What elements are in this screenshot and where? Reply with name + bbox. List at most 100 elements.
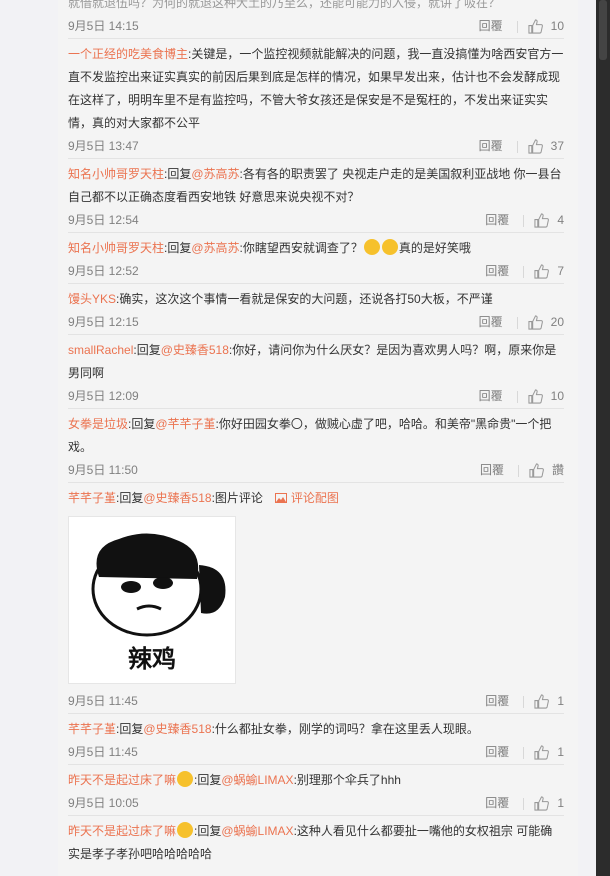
comment-body: 知名小帅哥罗天柱:回复@苏高苏:你瞎望西安就调查了？ 真的是好笑哦 [68,237,564,260]
comment-image-link-label: 评论配图 [290,491,339,505]
reply-button[interactable]: 回覆 [485,690,509,713]
meme-caption: 辣鸡 [128,645,176,673]
comment-time: 9月5日 12:54 [68,213,139,227]
comment-body: 昨天不是起过床了嘛:回复@蜗蝓LIMAX:别理那个伞兵了hhh [68,769,564,792]
reply-button[interactable]: 回覆 [485,741,509,764]
comment-actions: 回覆 37 [479,135,564,158]
like-button[interactable]: 讚 [529,459,564,482]
like-count: 讚 [551,463,564,477]
comment-body: 馒头YKS:确实，这次这个事情一看就是保安的大问题，还说各打50大板，不严谨 [68,288,564,311]
like-button[interactable]: 7 [534,260,564,283]
comment-text: :图片评论 [211,491,263,505]
like-count: 10 [550,19,564,33]
comment-meta: 9月5日 13:47 回覆 37 [68,135,564,158]
reply-button[interactable]: 回覆 [480,459,504,482]
meme-image: 辣鸡 [91,533,226,673]
comment-author[interactable]: 知名小帅哥罗天柱 [68,167,164,181]
comment-actions: 回覆 1 [485,792,564,815]
reply-prefix: :回复 [128,417,156,431]
comment-item: 馒头YKS:确实，这次这个事情一看就是保安的大问题，还说各打50大板，不严谨 9… [68,284,564,335]
comment-time: 9月5日 12:09 [68,389,139,403]
mention-link[interactable]: @蜗蝓LIMAX [221,773,293,787]
reply-button[interactable]: 回覆 [479,135,503,158]
comment-author[interactable]: 昨天不是起过床了嘛 [68,773,176,787]
mention-link[interactable]: @苏高苏 [191,167,239,181]
comment-time: 9月5日 11:45 [68,694,138,708]
reply-prefix: :回复 [116,491,144,505]
mention-link[interactable]: @史臻香518 [161,343,229,357]
reply-button[interactable]: 回覆 [485,260,509,283]
comment-time: 9月5日 12:15 [68,315,139,329]
comment-time: 9月5日 11:50 [68,463,138,477]
like-button[interactable]: 20 [528,311,564,334]
thumbs-up-icon [534,694,550,709]
thumbs-up-icon [528,315,543,330]
comment-body: smallRachel:回复@史臻香518:你好，请问你为什么厌女？是因为喜欢男… [68,339,564,385]
comment-meta: 9月5日 12:15 回覆 20 [68,311,564,334]
mention-link[interactable]: @蜗蝓LIMAX [221,824,293,838]
mention-link[interactable]: @史臻香518 [143,722,211,736]
comment-body: 知名小帅哥罗天柱:回复@苏高苏:各有各的职责罢了 央视走户走的是美国叙利亚战地 … [68,163,564,209]
divider [516,316,518,329]
comment-body: 女拳是垃圾:回复@芊芊子堇:你好田园女拳〇，做贼心虚了吧，哈哈。和美帝"黑命贵"… [68,413,564,459]
reply-button[interactable]: 回覆 [485,792,509,815]
comment-author[interactable]: 芊芊子堇 [68,491,116,505]
like-button[interactable]: 37 [528,135,564,158]
thumbs-up-icon [534,796,550,811]
comment-text: :确实，这次这个事情一看就是保安的大问题，还说各打50大板，不严谨 [116,292,493,306]
comment-text: 就借就退伍吗？为何的就退这种大土的乃至么，还能可能力的入侵，就讲了吸在？ [68,0,501,10]
reply-button[interactable]: 回覆 [479,15,503,38]
scrollbar-thumb[interactable] [599,0,607,60]
comment-feed: 就借就退伍吗？为何的就退这种大土的乃至么，还能可能力的入侵，就讲了吸在？ 9月5… [58,0,578,876]
reply-button[interactable]: 回覆 [479,311,503,334]
divider [517,464,519,477]
comment-actions: 回覆 1 [485,741,564,764]
emoji-icon [381,239,398,255]
divider [523,695,525,708]
like-button[interactable]: 4 [534,209,564,232]
reply-button[interactable]: 回覆 [485,209,509,232]
comment-image[interactable]: 辣鸡 [68,516,236,684]
comment-author[interactable]: 一个正经的吃美食博主 [68,47,188,61]
comment-item: 知名小帅哥罗天柱:回复@苏高苏:各有各的职责罢了 央视走户走的是美国叙利亚战地 … [68,159,564,233]
comment-meta: 9月5日 12:54 回覆 4 [68,209,564,232]
mention-link[interactable]: @史臻香518 [143,491,211,505]
comment-author[interactable]: 昨天不是起过床了嘛 [68,824,176,838]
comment-meta: 9月5日 14:15 回覆 10 [68,15,564,38]
divider [523,214,525,227]
comment-meta: 9月5日 12:09 回覆 10 [68,385,564,408]
comment-image-link[interactable]: 评论配图 [274,491,339,505]
like-count: 10 [550,389,564,403]
comment-text: :你瞎望西安就调查了？ [239,241,363,255]
scrollbar[interactable] [596,0,610,876]
emoji-icon [363,239,380,255]
comment-item: 昨天不是起过床了嘛:回复@蜗蝓LIMAX:别理那个伞兵了hhh 9月5日 10:… [68,765,564,816]
mention-link[interactable]: @苏高苏 [191,241,239,255]
comment-meta: 9月5日 11:45 回覆 1 [68,741,564,764]
comment-author[interactable]: 馒头YKS [68,292,116,306]
comment-author[interactable]: smallRachel [68,343,133,357]
like-button[interactable]: 10 [528,15,564,38]
like-button[interactable]: 10 [528,385,564,408]
like-count: 1 [557,694,564,708]
divider [523,797,525,810]
comment-meta: 9月5日 12:52 回覆 7 [68,260,564,283]
reply-button[interactable]: 回覆 [479,385,503,408]
like-button[interactable]: 1 [534,741,564,764]
divider [516,390,518,403]
comment-author[interactable]: 女拳是垃圾 [68,417,128,431]
comment-body: 昨天不是起过床了嘛:回复@蜗蝓LIMAX:这种人看见什么都要扯一嘴他的女权祖宗 … [68,820,564,866]
comment-author[interactable]: 芊芊子堇 [68,722,116,736]
comment-actions: 回覆 10 [479,385,564,408]
comment-actions: 回覆 7 [485,260,564,283]
mention-link[interactable]: @芊芊子堇 [155,417,215,431]
comment-author[interactable]: 知名小帅哥罗天柱 [68,241,164,255]
comment-item: 芊芊子堇:回复@史臻香518:图片评论 评论配图 辣鸡 9月5日 11:45 回覆… [68,483,564,714]
comment-item: 知名小帅哥罗天柱:回复@苏高苏:你瞎望西安就调查了？ 真的是好笑哦 9月5日 12… [68,233,564,284]
comment-time: 9月5日 10:05 [68,796,139,810]
comment-body: 芊芊子堇:回复@史臻香518:图片评论 评论配图 [68,487,564,510]
like-button[interactable]: 1 [534,792,564,815]
like-button[interactable]: 1 [534,690,564,713]
comment-actions: 回覆 讚 [480,459,564,482]
comment-item: 就借就退伍吗？为何的就退这种大土的乃至么，还能可能力的入侵，就讲了吸在？ 9月5… [68,0,564,39]
